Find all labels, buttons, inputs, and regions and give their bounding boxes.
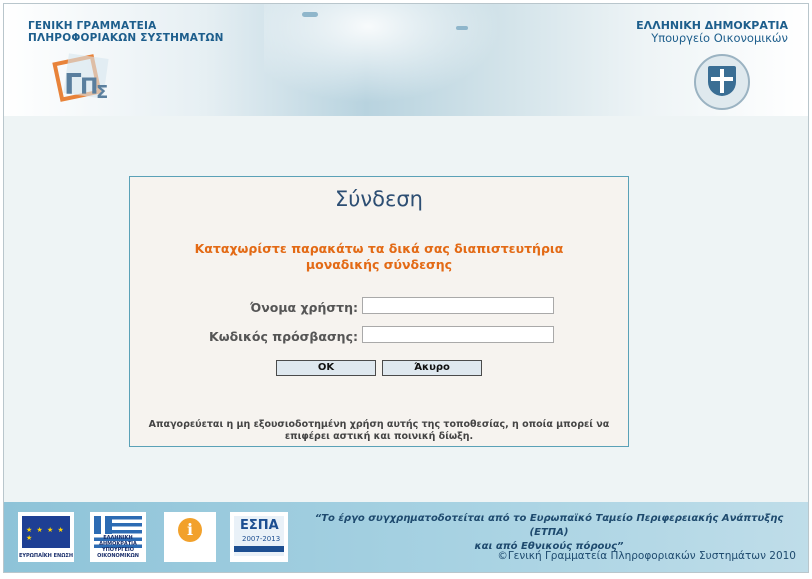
espa-logo: ΕΣΠΑ 2007-2013 [230,512,288,562]
password-label: Κωδικός πρόσβασης: [209,329,358,344]
gsis-org-name: ΓΕΝΙΚΗ ΓΡΑΜΜΑΤΕΙΑ ΠΛΗΡΟΦΟΡΙΑΚΩΝ ΣΥΣΤΗΜΑΤ… [28,20,224,44]
greek-coat-of-arms-icon [694,54,750,110]
eu-flag-icon [22,516,70,548]
info-icon: i [178,518,202,542]
footer: ΕΥΡΩΠΑΪΚΗ ΕΝΩΣΗ ΕΛΛΗΝΙΚΗ ΔΗΜΟΚΡΑΤΙΑ ΥΠΟΥ… [4,502,808,572]
login-title: Σύνδεση [335,187,423,211]
eu-logo: ΕΥΡΩΠΑΪΚΗ ΕΝΩΣΗ [18,512,74,562]
username-label: Όνομα χρήστη: [250,300,358,315]
gsis-logo-icon: Γ Π Σ [52,53,109,103]
funding-statement: “Το έργο συγχρηματοδοτείται από το Ευρωπ… [314,513,784,552]
copyright-text: ©Γενική Γραμματεία Πληροφοριακών Συστημά… [497,550,796,562]
greek-republic-logo: ΕΛΛΗΝΙΚΗ ΔΗΜΟΚΡΑΤΙΑ ΥΠΟΥΡΓΕΙΟ ΟΙΚΟΝΟΜΙΚΩ… [90,512,146,562]
username-input[interactable] [362,297,554,314]
header-banner: ΓΕΝΙΚΗ ΓΡΑΜΜΑΤΕΙΑ ΠΛΗΡΟΦΟΡΙΑΚΩΝ ΣΥΣΤΗΜΑΤ… [4,4,808,116]
ok-button[interactable]: OK [276,360,376,376]
login-page: ΓΕΝΙΚΗ ΓΡΑΜΜΑΤΕΙΑ ΠΛΗΡΟΦΟΡΙΑΚΩΝ ΣΥΣΤΗΜΑΤ… [3,3,809,573]
password-input[interactable] [362,326,554,343]
legal-warning: Απαγορεύεται η μη εξουσιοδοτημένη χρήση … [148,419,610,442]
svg-text:Σ: Σ [96,82,108,103]
ministry-name: ΕΛΛΗΝΙΚΗ ΔΗΜΟΚΡΑΤΙΑ Υπουργείο Οικονομικώ… [636,19,788,45]
login-form: Σύνδεση Καταχωρίστε παρακάτω τα δικά σας… [129,176,629,447]
login-instructions: Καταχωρίστε παρακάτω τα δικά σας διαπιστ… [194,241,564,272]
cancel-button[interactable]: Άκυρο [382,360,482,376]
information-society-logo: i [164,512,216,562]
